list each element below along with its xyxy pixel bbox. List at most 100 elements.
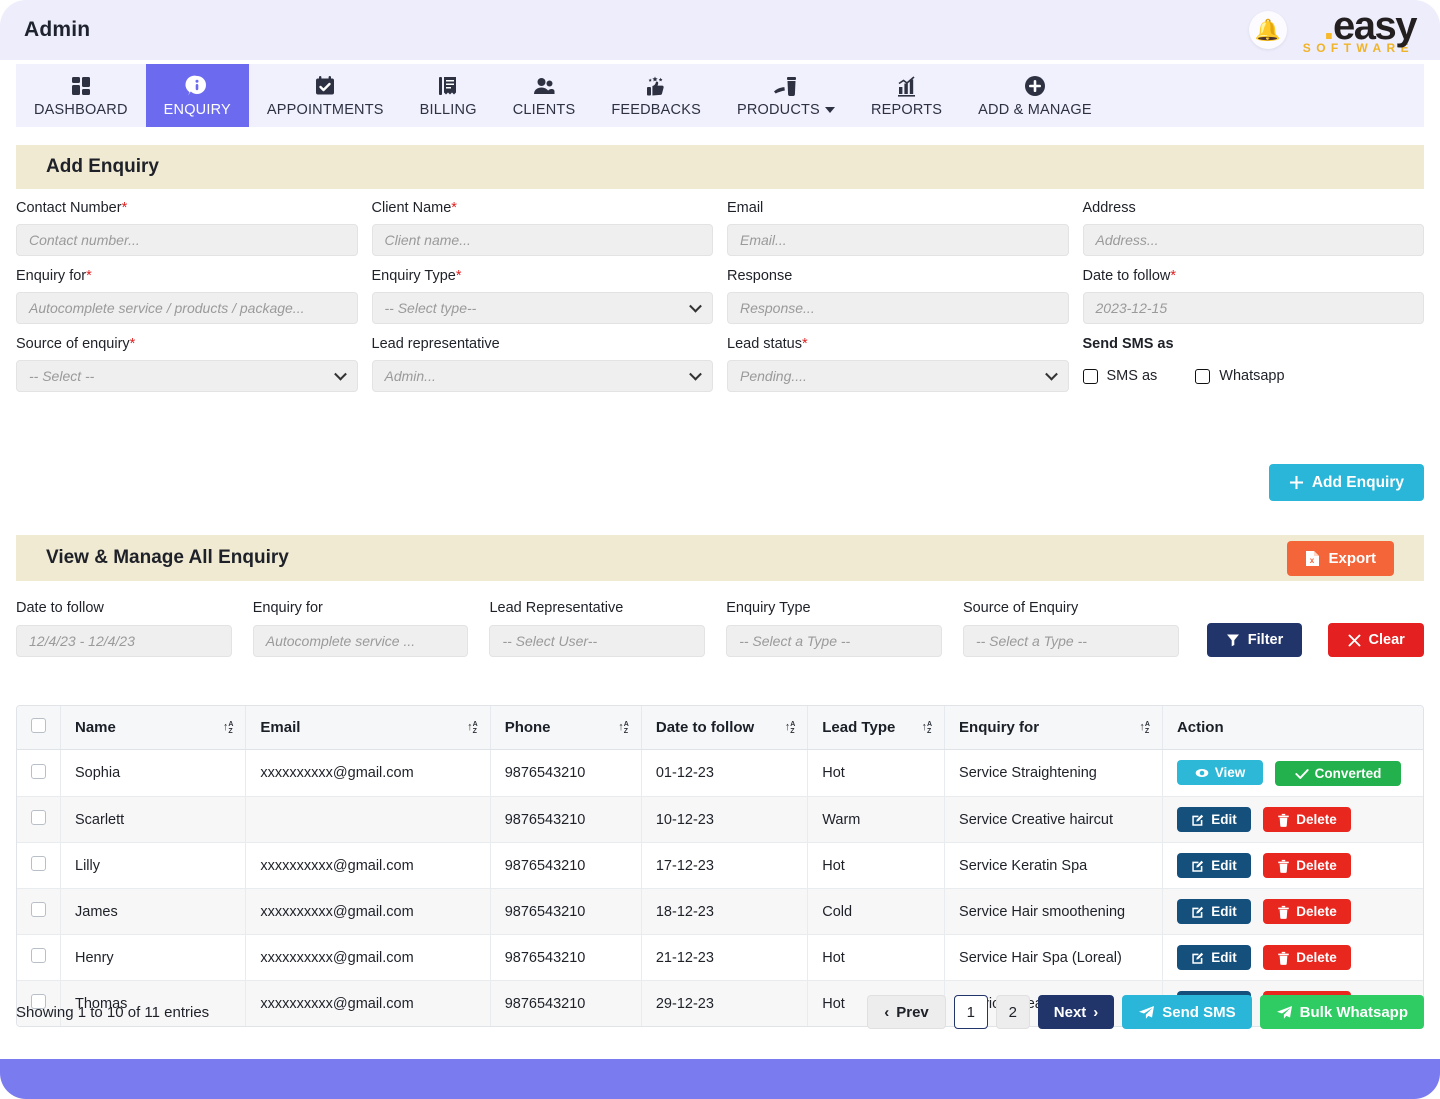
column-date-label: Date to follow <box>656 719 754 736</box>
nav-item-appointments[interactable]: APPOINTMENTS <box>249 64 402 127</box>
column-enquiry-for[interactable]: Enquiry for ↑AZ <box>945 706 1163 750</box>
filter-enquiry-for-input[interactable]: Autocomplete service ... <box>253 625 469 657</box>
row-checkbox[interactable] <box>31 810 46 825</box>
pagination-next-button[interactable]: Next › <box>1038 995 1115 1029</box>
nav-item-billing[interactable]: BILLING <box>402 64 495 127</box>
nav-item-dashboard[interactable]: DASHBOARD <box>16 64 146 127</box>
paper-plane-icon <box>1276 1005 1293 1020</box>
date-to-follow-input[interactable]: 2023-12-15 <box>1083 292 1425 324</box>
row-checkbox[interactable] <box>31 948 46 963</box>
row-select-cell[interactable] <box>17 750 61 797</box>
column-phone-label: Phone <box>505 719 551 736</box>
sort-icon[interactable]: ↑AZ <box>618 721 629 735</box>
label-text-client-name: Client Name <box>372 200 452 216</box>
edit-button[interactable]: Edit <box>1177 807 1251 832</box>
filter-button[interactable]: Filter <box>1207 623 1303 657</box>
lead-representative-select[interactable]: Admin... <box>372 360 714 392</box>
view-button[interactable]: View <box>1177 760 1263 785</box>
row-select-cell[interactable] <box>17 889 61 935</box>
nav-item-add-manage[interactable]: ADD & MANAGE <box>960 64 1110 127</box>
cell-name: Scarlett <box>61 797 246 843</box>
edit-button[interactable]: Edit <box>1177 853 1251 878</box>
filter-date-to-follow-input[interactable]: 12/4/23 - 12/4/23 <box>16 625 232 657</box>
row-select-cell[interactable] <box>17 797 61 843</box>
client-name-input[interactable]: Client name... <box>372 224 714 256</box>
nav-item-enquiry[interactable]: ENQUIRY <box>146 64 249 127</box>
pagination-prev-label: Prev <box>896 1004 929 1021</box>
filter-source-of-enquiry-input[interactable]: -- Select a Type -- <box>963 625 1179 657</box>
pagination-prev-button[interactable]: ‹ Prev <box>867 995 946 1029</box>
nav-item-products[interactable]: PRODUCTS <box>719 64 853 127</box>
checkbox-whatsapp[interactable]: Whatsapp <box>1195 368 1310 384</box>
bulk-whatsapp-button[interactable]: Bulk Whatsapp <box>1260 995 1424 1029</box>
column-phone[interactable]: Phone ↑AZ <box>490 706 641 750</box>
filter-label-source-of-enquiry: Source of Enquiry <box>963 600 1179 616</box>
label-text-enquiry-type: Enquiry Type <box>372 268 456 284</box>
response-input[interactable]: Response... <box>727 292 1069 324</box>
showing-entries-text: Showing 1 to 10 of 11 entries <box>16 1004 209 1021</box>
column-date-to-follow[interactable]: Date to follow ↑AZ <box>641 706 807 750</box>
row-select-cell[interactable] <box>17 843 61 889</box>
cell-phone: 9876543210 <box>490 889 641 935</box>
nav-item-clients[interactable]: CLIENTS <box>495 64 594 127</box>
address-input[interactable]: Address... <box>1083 224 1425 256</box>
edit-button[interactable]: Edit <box>1177 945 1251 970</box>
cell-enquiry-for: Service Creative haircut <box>945 797 1163 843</box>
edit-button[interactable]: Edit <box>1177 899 1251 924</box>
delete-button[interactable]: Delete <box>1263 945 1351 970</box>
nav-item-reports[interactable]: REPORTS <box>853 64 960 127</box>
enquiry-type-select[interactable]: -- Select type-- <box>372 292 714 324</box>
sort-icon[interactable]: ↑AZ <box>1139 721 1150 735</box>
cell-date: 17-12-23 <box>641 843 807 889</box>
label-text-lead-status: Lead status <box>727 336 802 352</box>
lead-status-select[interactable]: Pending.... <box>727 360 1069 392</box>
delete-button[interactable]: Delete <box>1263 853 1351 878</box>
pagination-page-2[interactable]: 2 <box>996 995 1030 1029</box>
bell-icon: 🔔 <box>1255 20 1281 41</box>
export-button[interactable]: x Export <box>1287 541 1394 576</box>
filter-enquiry-for: Enquiry for Autocomplete service ... <box>253 600 469 657</box>
enquiry-for-input[interactable]: Autocomplete service / products / packag… <box>16 292 358 324</box>
filter-lead-representative-input[interactable]: -- Select User-- <box>489 625 705 657</box>
export-button-label: Export <box>1328 550 1376 567</box>
pagination-next-label: Next <box>1054 1004 1087 1021</box>
delete-button[interactable]: Delete <box>1263 807 1351 832</box>
select-all-checkbox[interactable] <box>31 718 46 733</box>
email-input[interactable]: Email... <box>727 224 1069 256</box>
cell-lead-type: Warm <box>808 797 945 843</box>
column-enquiry-for-label: Enquiry for <box>959 719 1039 736</box>
pagination-page-1[interactable]: 1 <box>954 995 988 1029</box>
column-select-all[interactable] <box>17 706 61 750</box>
delete-button[interactable]: Delete <box>1263 899 1351 924</box>
clear-button[interactable]: Clear <box>1328 623 1424 657</box>
cell-date: 01-12-23 <box>641 750 807 797</box>
column-email[interactable]: Email ↑AZ <box>246 706 490 750</box>
field-source-of-enquiry: Source of enquiry* -- Select -- <box>16 336 358 392</box>
checkbox-sms-as[interactable]: SMS as <box>1083 368 1184 384</box>
label-email: Email <box>727 200 1069 216</box>
source-of-enquiry-select[interactable]: -- Select -- <box>16 360 358 392</box>
cell-actions: Edit Delete <box>1162 797 1423 843</box>
sort-icon[interactable]: ↑AZ <box>467 721 478 735</box>
column-lead-type[interactable]: Lead Type ↑AZ <box>808 706 945 750</box>
sort-icon[interactable]: ↑AZ <box>223 721 234 735</box>
nav-item-feedbacks[interactable]: FEEDBACKS <box>593 64 719 127</box>
cell-email: xxxxxxxxxx@gmail.com <box>246 935 490 981</box>
chevron-down-icon <box>1045 368 1058 381</box>
notification-button[interactable]: 🔔 <box>1249 11 1287 49</box>
sort-icon[interactable]: ↑AZ <box>921 721 932 735</box>
converted-button[interactable]: Converted <box>1275 761 1401 786</box>
row-select-cell[interactable] <box>17 935 61 981</box>
add-enquiry-button[interactable]: Add Enquiry <box>1269 464 1424 501</box>
filter-enquiry-type-input[interactable]: -- Select a Type -- <box>726 625 942 657</box>
column-name[interactable]: Name ↑AZ <box>61 706 246 750</box>
send-sms-button[interactable]: Send SMS <box>1122 995 1251 1029</box>
sort-icon[interactable]: ↑AZ <box>785 721 796 735</box>
cell-date: 18-12-23 <box>641 889 807 935</box>
contact-number-input[interactable]: Contact number... <box>16 224 358 256</box>
row-checkbox[interactable] <box>31 764 46 779</box>
required-asterisk: * <box>86 268 92 284</box>
row-checkbox[interactable] <box>31 856 46 871</box>
row-checkbox[interactable] <box>31 902 46 917</box>
sort-az-glyph: AZ <box>473 721 478 735</box>
